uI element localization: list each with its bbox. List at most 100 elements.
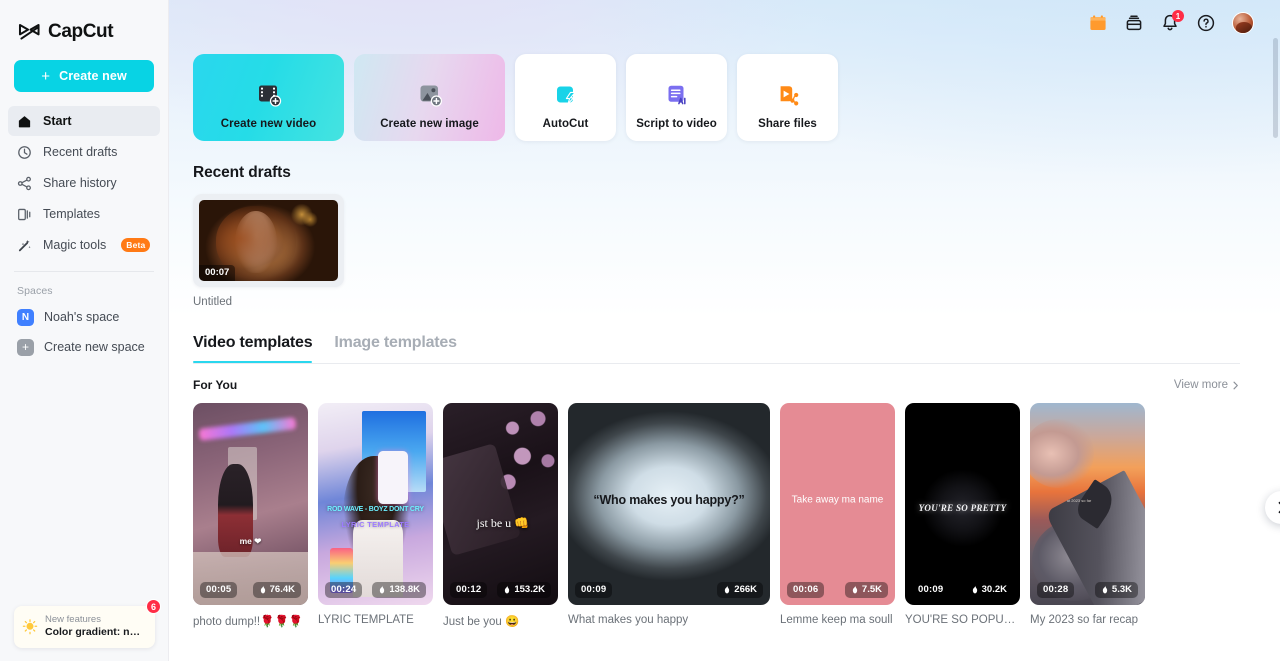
vertical-scrollbar[interactable] <box>1273 38 1278 138</box>
create-new-image-card[interactable]: Create new image <box>354 54 505 141</box>
templates-icon <box>18 208 31 220</box>
template-uses: 30.2K <box>964 581 1013 598</box>
template-thumbnail: “Who makes you happy?” 00:09 266K <box>568 403 770 605</box>
template-thumbnail: jst be u 👊 00:12 153.2K <box>443 403 558 605</box>
uses-count: 138.8K <box>389 584 420 595</box>
tab-label: Image templates <box>334 334 457 351</box>
create-new-label: Create new <box>59 69 127 83</box>
thumbnail-overlay-text: Take away ma name <box>791 494 884 506</box>
promo-subtitle: Color gradient: new… <box>45 626 145 639</box>
space-avatar: N <box>17 308 34 326</box>
flame-icon <box>260 585 265 594</box>
script-to-video-card[interactable]: Script to video <box>626 54 727 141</box>
thumbnail-overlay-text: jst be u 👊 <box>476 516 530 531</box>
script-ai-icon <box>668 85 686 105</box>
share-icon <box>17 176 31 190</box>
promo-badge-count: 6 <box>145 599 161 615</box>
image-plus-icon <box>420 85 442 107</box>
autocut-card[interactable]: AutoCut <box>515 54 616 141</box>
beta-badge: Beta <box>121 238 151 252</box>
home-icon <box>18 115 31 127</box>
template-card[interactable]: me ❤ 00:05 76.4K photo dump!!🌹🌹🌹 <box>193 403 308 628</box>
draft-thumbnail: 00:07 <box>199 200 338 281</box>
recent-drafts-title: Recent drafts <box>193 164 291 181</box>
template-duration: 00:12 <box>450 581 488 598</box>
chevron-right-icon <box>1278 501 1280 514</box>
brand-logo[interactable]: CapCut <box>0 0 168 48</box>
new-features-banner[interactable]: New features Color gradient: new… 6 <box>14 599 161 648</box>
view-more-label: View more <box>1173 379 1228 391</box>
topbar: 1 <box>169 0 1280 46</box>
action-label: AutoCut <box>542 118 589 130</box>
draft-name: Untitled <box>193 296 232 308</box>
template-duration: 00:28 <box>1037 581 1075 598</box>
flame-icon <box>505 585 510 594</box>
share-files-card[interactable]: Share files <box>737 54 838 141</box>
template-thumbnail: ROD WAVE - BOYZ DONT CRY LYRIC TEMPLATE … <box>318 403 433 605</box>
create-new-video-card[interactable]: Create new video <box>193 54 344 141</box>
sidebar-item-share-history[interactable]: Share history <box>8 168 160 198</box>
template-thumbnail: Take away ma name 00:06 7.5K <box>780 403 895 605</box>
flame-icon <box>380 585 385 594</box>
create-new-button[interactable]: + Create new <box>14 60 154 92</box>
plus-box-icon: + <box>17 338 34 356</box>
draft-card[interactable]: 00:07 Untitled <box>193 194 344 308</box>
tab-image-templates[interactable]: Image templates <box>334 334 457 363</box>
content-area: Create new video Create new image AutoCu… <box>169 54 1280 628</box>
template-uses: 7.5K <box>844 581 888 598</box>
template-card[interactable]: ROD WAVE - BOYZ DONT CRY LYRIC TEMPLATE … <box>318 403 433 628</box>
sidebar-item-templates[interactable]: Templates <box>8 199 160 229</box>
template-name: Just be you 😀 <box>443 616 520 628</box>
sidebar-item-label: Start <box>43 114 72 128</box>
recent-drafts-list: 00:07 Untitled <box>193 194 1280 308</box>
thumbnail-overlay-line2: LYRIC TEMPLATE <box>341 520 410 530</box>
template-name: photo dump!!🌹🌹🌹 <box>193 616 304 628</box>
for-you-row-header: For You View more <box>193 378 1240 392</box>
uses-count: 153.2K <box>514 584 545 595</box>
sidebar-item-start[interactable]: Start <box>8 106 160 136</box>
template-uses: 76.4K <box>252 581 301 598</box>
autocut-icon <box>556 86 576 105</box>
storage-box-icon[interactable] <box>1124 13 1144 33</box>
template-name: What makes you happy <box>568 614 689 626</box>
template-card[interactable]: YOU'RE SO PRETTY 00:09 30.2K YOU'RE SO P… <box>905 403 1020 628</box>
uses-count: 76.4K <box>269 584 295 595</box>
flame-icon <box>972 585 977 594</box>
sidebar-space-noah[interactable]: N Noah's space <box>8 302 160 332</box>
template-card[interactable]: “Who makes you happy?” 00:09 266K What m… <box>568 403 770 628</box>
template-card[interactable]: at 2023 so far 00:28 5.3K My 2023 so far… <box>1030 403 1145 628</box>
template-card[interactable]: Take away ma name 00:06 7.5K Lemme keep … <box>780 403 895 628</box>
sidebar-item-magic-tools[interactable]: Magic tools Beta <box>8 230 160 260</box>
tab-video-templates[interactable]: Video templates <box>193 334 313 363</box>
gift-icon[interactable] <box>1088 13 1108 33</box>
plus-icon: + <box>41 67 51 85</box>
carousel-next-button[interactable] <box>1265 491 1280 524</box>
view-more-link[interactable]: View more <box>1174 379 1240 391</box>
thumbnail-overlay-text: at 2023 so far <box>1066 497 1092 503</box>
spaces-heading: Spaces <box>17 285 53 297</box>
template-name: My 2023 so far recap <box>1030 614 1139 626</box>
flame-icon <box>725 585 730 594</box>
template-card[interactable]: jst be u 👊 00:12 153.2K Just be you 😀 <box>443 403 558 628</box>
capcut-logo-icon <box>18 24 40 40</box>
tabs-divider <box>193 363 1240 364</box>
sidebar-create-new-space[interactable]: + Create new space <box>8 332 160 362</box>
template-uses: 138.8K <box>372 581 426 598</box>
uses-count: 7.5K <box>861 584 882 595</box>
draft-duration: 00:07 <box>199 265 236 281</box>
share-files-icon <box>780 86 798 106</box>
avatar[interactable] <box>1232 12 1254 34</box>
sidebar-item-recent-drafts[interactable]: Recent drafts <box>8 137 160 167</box>
template-uses: 266K <box>717 581 763 598</box>
action-label: Script to video <box>636 118 717 130</box>
space-label: Create new space <box>44 340 145 354</box>
tab-label: Video templates <box>193 334 313 351</box>
help-circle-icon[interactable] <box>1196 13 1216 33</box>
for-you-title: For You <box>193 378 238 392</box>
magic-wand-icon <box>18 239 31 251</box>
template-name: Lemme keep ma soull <box>780 614 893 626</box>
flame-icon <box>852 585 858 594</box>
bell-icon-wrap[interactable]: 1 <box>1160 10 1184 33</box>
action-label: Create new video <box>220 118 317 130</box>
template-duration: 00:06 <box>787 581 825 598</box>
